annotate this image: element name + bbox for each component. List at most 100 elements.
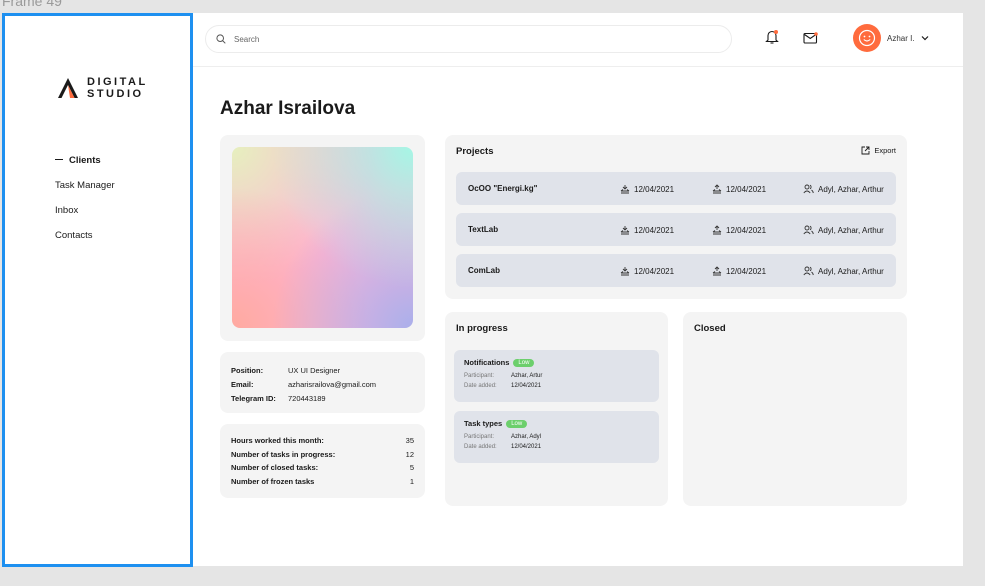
user-menu[interactable]: Azhar I. [853, 24, 929, 52]
stat-row: Number of closed tasks: 5 [231, 461, 414, 475]
task-card[interactable]: Notifications Low Participant: Azhar, Ar… [454, 350, 659, 402]
notifications-button[interactable] [765, 29, 779, 50]
project-end: 12/04/2021 [712, 184, 766, 194]
topbar: Azhar I. [193, 13, 963, 67]
telegram-label: Telegram ID: [231, 393, 276, 403]
project-end-date: 12/04/2021 [726, 225, 767, 235]
stat-row: Number of frozen tasks 1 [231, 475, 414, 489]
chevron-down-icon[interactable] [921, 35, 929, 41]
frame-label: Frame 49 [2, 0, 62, 9]
avatar[interactable] [853, 24, 881, 52]
task-header: Task types Low [464, 419, 649, 428]
project-start: 12/04/2021 [620, 266, 674, 276]
project-start-date: 12/04/2021 [634, 225, 675, 235]
info-row-email: Email: azharisrailova@gmail.com [231, 377, 414, 391]
main-content: Azhar I. Azhar Israilova Position: UX UI… [193, 13, 963, 566]
mail-icon [803, 32, 818, 44]
calendar-end-icon [712, 225, 722, 235]
email-value[interactable]: azharisrailova@gmail.com [288, 380, 376, 389]
export-icon [861, 146, 870, 155]
profile-photo [232, 147, 413, 328]
smile-icon [858, 29, 876, 47]
participant-value: Azhar, Artur [511, 373, 543, 379]
brand-line2: STUDIO [87, 88, 144, 100]
project-end-date: 12/04/2021 [726, 266, 767, 276]
projects-card: Projects Export OcOO "Energi.kg" 12/04/2… [445, 135, 907, 299]
info-row-position: Position: UX UI Designer [231, 363, 414, 377]
sidebar-item-clients[interactable]: Clients [55, 156, 115, 181]
stat-label: Number of closed tasks: [231, 463, 319, 473]
position-value: UX UI Designer [288, 365, 341, 375]
project-name: TextLab [468, 225, 499, 234]
stat-value: 5 [409, 463, 414, 473]
project-row[interactable]: ComLab 12/04/2021 12/04/2021 Adyl, Azhar… [456, 254, 896, 287]
calendar-start-icon [620, 226, 630, 235]
stats-card: Hours worked this month: 35 Number of ta… [220, 424, 425, 498]
project-start: 12/04/2021 [620, 184, 674, 194]
project-row[interactable]: OcOO "Energi.kg" 12/04/2021 12/04/2021 A… [456, 172, 896, 205]
closed-title: Closed [694, 323, 726, 334]
closed-card: Closed [683, 312, 907, 506]
position-label: Position: [231, 365, 264, 375]
task-participant: Participant: Azhar, Adyl [464, 432, 649, 442]
search-bar[interactable] [205, 25, 732, 53]
profile-photo-card [220, 135, 425, 341]
project-row[interactable]: TextLab 12/04/2021 12/04/2021 Adyl, Azha… [456, 213, 896, 246]
project-end: 12/04/2021 [712, 225, 766, 235]
project-name: OcOO "Energi.kg" [468, 184, 538, 193]
date-label: Date added: [464, 444, 497, 450]
project-team-names: Adyl, Azhar, Arthur [818, 184, 884, 194]
sidebar-item-contacts[interactable]: Contacts [55, 231, 115, 256]
user-name: Azhar I. [887, 33, 915, 43]
participant-value: Azhar, Adyl [511, 434, 542, 440]
participant-label: Participant: [464, 373, 495, 379]
stat-row: Number of tasks in progress: 12 [231, 448, 414, 462]
users-icon [803, 266, 814, 276]
messages-button[interactable] [803, 31, 818, 49]
project-start-date: 12/04/2021 [634, 266, 675, 276]
brand-logo[interactable]: DIGITAL STUDIO [57, 76, 148, 100]
page-title: Azhar Israilova [220, 98, 356, 119]
stat-label: Number of frozen tasks [231, 476, 315, 486]
project-start-date: 12/04/2021 [634, 184, 675, 194]
sidebar-item-inbox[interactable]: Inbox [55, 206, 115, 231]
bell-icon [765, 30, 779, 44]
project-end: 12/04/2021 [712, 266, 766, 276]
profile-info-card: Position: UX UI Designer Email: azharisr… [220, 352, 425, 413]
calendar-start-icon [620, 185, 630, 194]
stat-value: 35 [405, 436, 414, 446]
date-label: Date added: [464, 383, 497, 389]
project-team-names: Adyl, Azhar, Arthur [818, 225, 884, 235]
search-icon [216, 34, 226, 44]
project-start: 12/04/2021 [620, 225, 674, 235]
projects-title: Projects [456, 146, 494, 157]
info-row-telegram: Telegram ID: 720443189 [231, 391, 414, 405]
task-date: Date added: 12/04/2021 [464, 381, 649, 391]
users-icon [803, 184, 814, 194]
project-name: ComLab [468, 266, 500, 275]
task-card[interactable]: Task types Low Participant: Azhar, Adyl … [454, 411, 659, 463]
in-progress-title: In progress [456, 323, 508, 334]
telegram-value: 720443189 [288, 393, 326, 403]
date-value: 12/04/2021 [511, 444, 542, 450]
sidebar-item-task-manager[interactable]: Task Manager [55, 181, 115, 206]
priority-badge: Low [513, 358, 535, 367]
stat-value: 1 [409, 476, 414, 486]
project-team: Adyl, Azhar, Arthur [803, 266, 884, 276]
project-team: Adyl, Azhar, Arthur [803, 225, 884, 235]
task-title: Notifications [464, 358, 510, 367]
users-icon [803, 225, 814, 235]
task-date: Date added: 12/04/2021 [464, 442, 649, 452]
participant-label: Participant: [464, 434, 495, 440]
stat-label: Number of tasks in progress: [231, 449, 336, 459]
logo-mark-icon [58, 78, 78, 98]
calendar-end-icon [712, 184, 722, 194]
canvas-margin [963, 13, 985, 566]
search-input[interactable] [234, 34, 674, 44]
stat-row: Hours worked this month: 35 [231, 434, 414, 448]
export-button[interactable]: Export [861, 146, 896, 155]
task-participant: Participant: Azhar, Artur [464, 371, 649, 381]
task-header: Notifications Low [464, 358, 649, 367]
task-title: Task types [464, 419, 503, 428]
export-label: Export [874, 146, 896, 155]
